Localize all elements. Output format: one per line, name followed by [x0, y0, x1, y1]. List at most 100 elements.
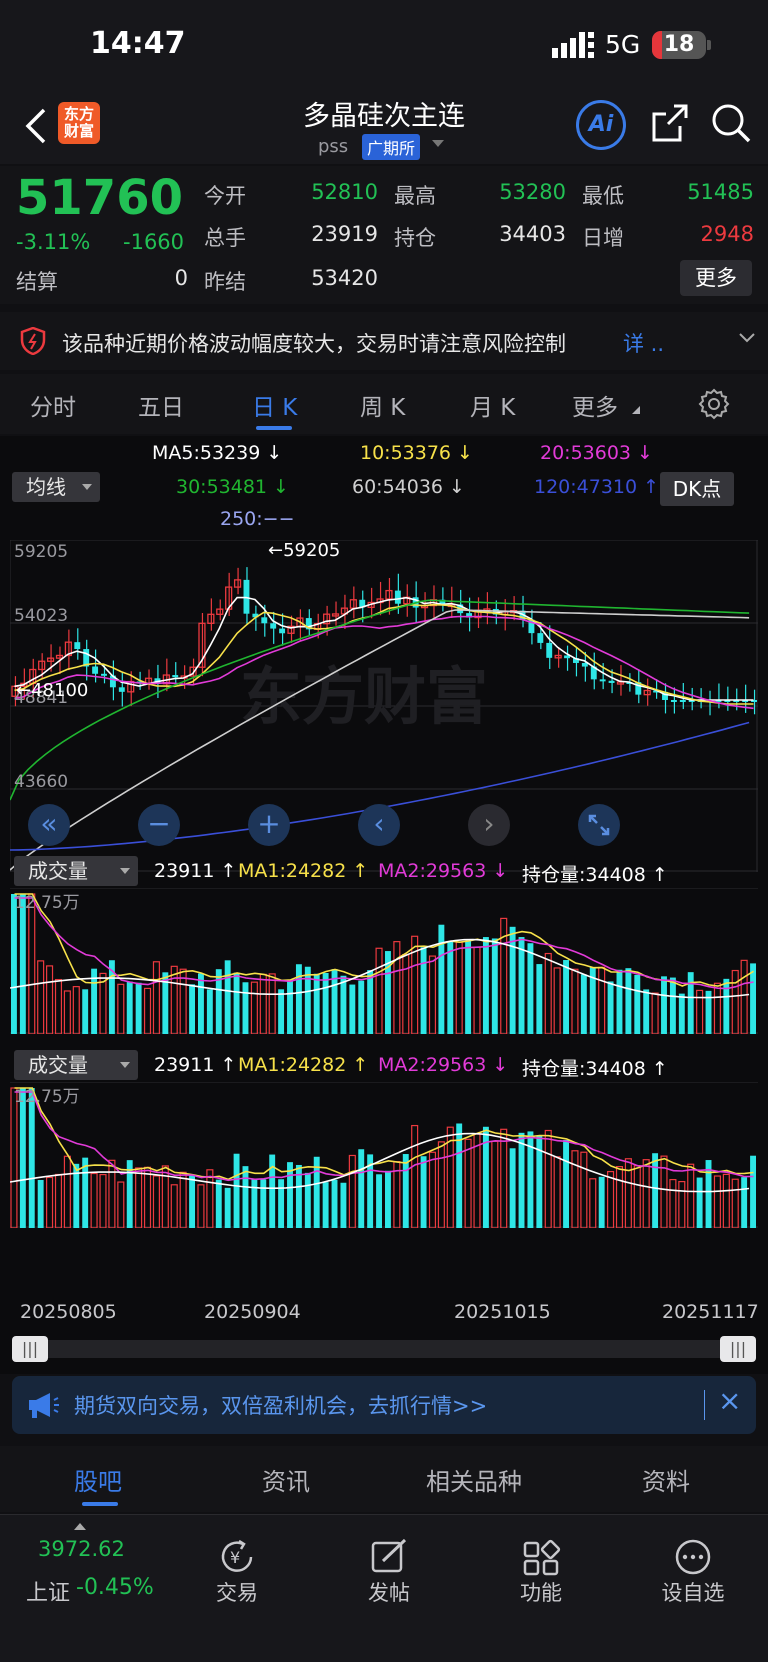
index-percent[interactable]: -0.45% — [76, 1575, 154, 1600]
volume-bar — [358, 980, 365, 1034]
dk-point-button[interactable]: DK点 — [660, 472, 734, 506]
zoom-out-button[interactable]: − — [138, 804, 180, 846]
ma5-label: MA5:53239 ↓ — [152, 442, 283, 464]
volume-indicator-selector-2[interactable]: 成交量 — [14, 1050, 138, 1080]
last-price: 51760 — [16, 170, 183, 226]
tab-monthly-k[interactable]: 月 K — [470, 388, 515, 422]
tab-weekly-k[interactable]: 周 K — [360, 388, 405, 422]
trade-icon[interactable]: ¥ — [217, 1537, 257, 1577]
volume-bar — [615, 1166, 624, 1228]
date-label-2: 20250904 — [204, 1301, 301, 1323]
symbol-code: pss — [318, 136, 349, 157]
functions-label[interactable]: 功能 — [491, 1577, 591, 1607]
volume-bar — [420, 947, 427, 1034]
volume-bar — [598, 1176, 605, 1228]
search-icon[interactable] — [710, 102, 752, 144]
volume-bar — [117, 983, 125, 1034]
volume-bar — [242, 982, 249, 1034]
zoom-in-button[interactable]: + — [248, 804, 290, 846]
low-label: 最低 — [582, 184, 624, 208]
volume-bar — [643, 989, 650, 1034]
volume-bar — [278, 1179, 285, 1228]
period-tabs: 分时 五日 日 K 周 K 月 K 更多 — [0, 374, 768, 434]
scrollbar-right-handle[interactable]: ||| — [720, 1336, 756, 1362]
index-name[interactable]: 上证 — [26, 1575, 70, 1607]
fullscreen-icon[interactable] — [578, 804, 620, 846]
post-label[interactable]: 发帖 — [339, 1577, 439, 1607]
index-value[interactable]: 3972.62 — [38, 1537, 125, 1561]
volume-bar — [571, 968, 579, 1034]
indicator-selector[interactable]: 均线 — [12, 472, 100, 502]
risk-warning-detail-link[interactable]: 详 .. — [623, 328, 664, 358]
chevron-down-icon[interactable] — [738, 332, 756, 344]
volume-bar — [669, 977, 676, 1034]
tab-profile[interactable]: 资料 — [642, 1462, 690, 1497]
ai-assistant-button[interactable]: Ai — [576, 100, 626, 150]
candle-body — [92, 666, 99, 674]
volume-bar — [358, 1149, 365, 1228]
prev-settle-label: 昨结 — [204, 270, 246, 294]
tab-intraday[interactable]: 分时 — [30, 388, 76, 422]
volume-bar — [37, 960, 45, 1034]
volume-bar — [143, 1166, 152, 1228]
volume-indicator-selector-1[interactable]: 成交量 — [14, 856, 138, 886]
tab-news[interactable]: 资讯 — [262, 1462, 310, 1497]
tab-related[interactable]: 相关品种 — [426, 1462, 522, 1497]
volume-chart-1[interactable] — [10, 888, 758, 1034]
svg-text:¥: ¥ — [230, 1548, 240, 1567]
volume-bar — [713, 982, 721, 1034]
trade-label[interactable]: 交易 — [187, 1577, 287, 1607]
promo-banner[interactable]: 期货双向交易，双倍盈利机会，去抓行情>> × — [12, 1376, 756, 1434]
timeline-scrollbar[interactable] — [12, 1340, 756, 1358]
volume-bar — [189, 1174, 195, 1228]
open-interest-1: 持仓量:34408 ↑ — [522, 864, 668, 886]
exchange-badge[interactable]: 广期所 — [362, 134, 421, 160]
volume-bar — [11, 894, 17, 1034]
volume-bar — [580, 974, 587, 1034]
volume-bar — [250, 981, 258, 1034]
volume-bar — [598, 966, 606, 1034]
tab-more[interactable]: 更多 — [572, 388, 618, 422]
tab-five-day[interactable]: 五日 — [138, 388, 184, 422]
add-watchlist-label[interactable]: 设自选 — [643, 1577, 743, 1607]
volume-bar — [63, 1155, 71, 1228]
volume-chart-2[interactable] — [10, 1082, 758, 1228]
ma10-label: 10:53376 ↓ — [360, 442, 473, 464]
share-icon[interactable] — [650, 102, 690, 144]
candle-body — [581, 662, 588, 667]
tab-daily-k[interactable]: 日 K — [252, 388, 297, 422]
volume-value: 23919 — [311, 222, 378, 246]
close-icon[interactable]: × — [718, 1384, 741, 1417]
volume-bar — [90, 1172, 98, 1228]
volume-bar — [518, 1132, 525, 1228]
volume-label: 总手 — [204, 226, 246, 250]
index-expand-icon[interactable] — [74, 1523, 86, 1530]
functions-grid-icon[interactable] — [521, 1537, 561, 1577]
scrollbar-left-handle[interactable]: ||| — [12, 1336, 48, 1362]
volume-bar — [482, 937, 489, 1034]
post-icon[interactable] — [369, 1537, 409, 1577]
active-tab-indicator — [256, 426, 292, 430]
gear-icon[interactable] — [698, 388, 730, 420]
promo-banner-text[interactable]: 期货双向交易，双倍盈利机会，去抓行情>> — [74, 1390, 487, 1420]
banner-divider — [704, 1390, 705, 1420]
more-details-button[interactable]: 更多 — [680, 260, 752, 296]
date-label-1: 20250805 — [20, 1301, 117, 1323]
volume-bar — [393, 941, 401, 1034]
risk-warning-bar[interactable]: 该品种近期价格波动幅度较大，交易时请注意风险控制 详 .. — [0, 312, 768, 370]
scroll-right-button[interactable]: › — [468, 804, 510, 846]
more-dots-icon[interactable] — [673, 1537, 713, 1577]
scroll-left-button[interactable]: ‹ — [358, 804, 400, 846]
volume-bar — [72, 986, 80, 1034]
fast-backward-button[interactable]: « — [28, 804, 70, 846]
volume-bar — [661, 976, 667, 1034]
volume-bar — [152, 1175, 160, 1228]
daily-inc-value: 2948 — [700, 222, 754, 246]
volume-bar — [375, 947, 383, 1034]
volume-bar — [54, 978, 63, 1034]
daily-inc-label: 日增 — [582, 226, 624, 250]
kline-chart-area[interactable]: MA5:53239 ↓ 10:53376 ↓ 20:53603 ↓ 均线 30:… — [0, 436, 768, 1374]
tab-forum[interactable]: 股吧 — [74, 1462, 122, 1497]
volume-bar — [46, 965, 54, 1034]
exchange-dropdown-icon[interactable] — [432, 140, 444, 147]
